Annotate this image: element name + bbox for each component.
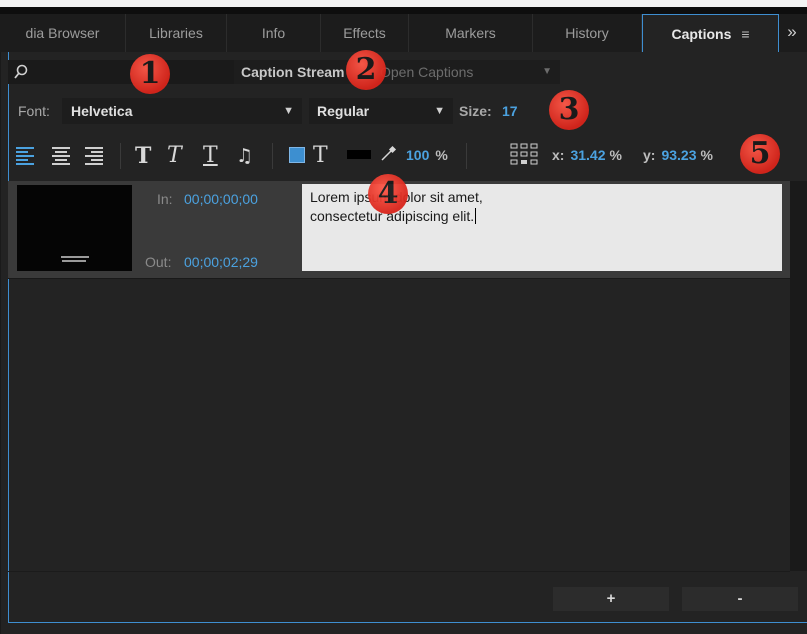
text-cursor: [475, 208, 477, 224]
callout-5: 5: [740, 134, 780, 174]
y-unit: %: [700, 147, 713, 163]
tab-overflow-icon[interactable]: »: [777, 14, 807, 52]
bold-icon[interactable]: T: [135, 144, 151, 168]
chevron-down-icon: ▼: [434, 105, 445, 117]
y-label: y:: [643, 147, 656, 163]
search-icon: [14, 64, 28, 79]
align-center-icon[interactable]: [51, 143, 71, 167]
x-label: x:: [552, 147, 565, 163]
align-right-icon[interactable]: [84, 143, 104, 167]
out-label: Out:: [145, 254, 172, 270]
tab-captions[interactable]: Captions ≡: [642, 14, 779, 52]
opacity-unit: %: [435, 147, 448, 163]
vertical-scrollbar[interactable]: [790, 181, 807, 571]
caption-stream-value: Open Captions: [380, 64, 474, 80]
panel-tab-bar: dia Browser Libraries Info Effects Marke…: [0, 7, 807, 52]
tab-markers[interactable]: Markers: [409, 14, 533, 52]
panel-frame-bottom: [8, 622, 807, 623]
caption-thumbnail: [17, 185, 132, 271]
tab-bar-top-edge: [0, 7, 807, 14]
font-label: Font:: [18, 103, 50, 119]
add-caption-button[interactable]: +: [553, 587, 669, 611]
chevron-down-icon: ▼: [283, 105, 294, 117]
size-label: Size:: [459, 103, 492, 119]
search-input[interactable]: [8, 60, 234, 84]
thumbnail-text-line: [62, 260, 86, 262]
in-label: In:: [157, 191, 173, 207]
caption-stream-label: Caption Stream: [241, 64, 345, 80]
font-family-dropdown[interactable]: Helvetica ▼: [62, 98, 302, 124]
tab-effects[interactable]: Effects: [321, 14, 409, 52]
x-position-control[interactable]: x: 31.42%: [552, 147, 622, 163]
align-left-icon[interactable]: [15, 143, 35, 167]
tab-info[interactable]: Info: [227, 14, 321, 52]
font-family-value: Helvetica: [71, 103, 133, 119]
font-style-value: Regular: [317, 103, 370, 119]
caption-stream-dropdown[interactable]: Caption Stream Open Captions ▼: [234, 60, 560, 84]
chevron-down-icon: ▼: [542, 66, 552, 77]
list-bottom-divider: [8, 571, 790, 572]
opacity-control[interactable]: 100%: [406, 147, 448, 163]
position-grid-icon[interactable]: [510, 143, 538, 167]
y-position-control[interactable]: y: 93.23%: [643, 147, 713, 163]
font-style-dropdown[interactable]: Regular ▼: [309, 98, 453, 124]
y-value: 93.23: [661, 147, 697, 163]
tab-libraries[interactable]: Libraries: [126, 14, 227, 52]
background-color-swatch[interactable]: [289, 147, 305, 163]
x-unit: %: [609, 147, 622, 163]
tab-media-browser[interactable]: dia Browser: [0, 14, 126, 52]
callout-2: 2: [346, 50, 386, 90]
x-value: 31.42: [570, 147, 606, 163]
remove-caption-button[interactable]: -: [682, 587, 798, 611]
toolbar-divider: [272, 143, 273, 169]
thumbnail-text-line: [61, 256, 89, 258]
tab-history[interactable]: History: [533, 14, 642, 52]
callout-4: 4: [368, 174, 408, 214]
music-note-icon[interactable]: ♫: [236, 144, 253, 168]
toolbar-divider: [120, 143, 121, 169]
tab-captions-label: Captions: [671, 26, 732, 42]
callout-1: 1: [130, 54, 170, 94]
underline-icon[interactable]: T: [203, 144, 218, 168]
out-timecode[interactable]: 00;00;02;29: [184, 254, 258, 270]
callout-3: 3: [549, 90, 589, 130]
panel-frame-left: [8, 52, 9, 622]
italic-icon[interactable]: T: [167, 144, 182, 168]
panel-menu-icon[interactable]: ≡: [741, 26, 749, 42]
toolbar-divider: [466, 143, 467, 169]
eyedropper-icon[interactable]: [379, 145, 397, 163]
text-color-icon[interactable]: T: [313, 144, 328, 168]
text-color-swatch[interactable]: [347, 150, 371, 159]
opacity-value: 100: [406, 147, 430, 163]
in-timecode[interactable]: 00;00;00;00: [184, 191, 258, 207]
size-value[interactable]: 17: [502, 103, 518, 119]
